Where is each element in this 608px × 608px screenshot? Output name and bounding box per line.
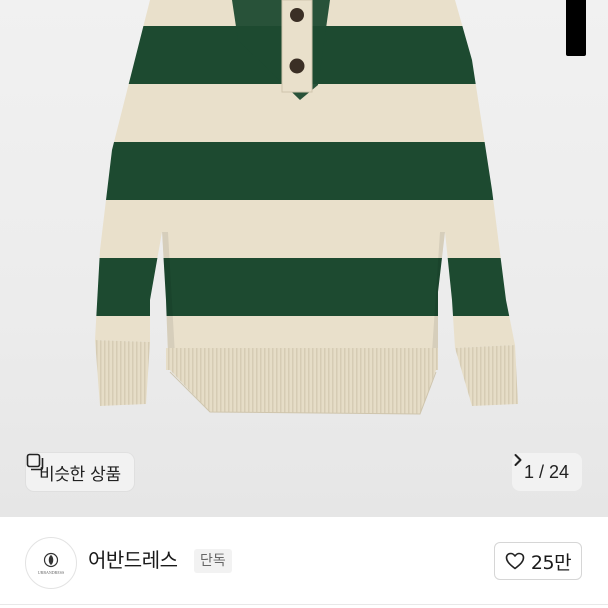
chevron-right-icon [514,454,522,466]
shop-name[interactable]: 어반드레스 [88,547,178,573]
shop-logo[interactable]: URBANDRESS [25,537,77,589]
similar-items-icon [26,453,44,471]
product-image[interactable]: 비슷한 상품 1 / 24 [0,0,608,517]
divider [0,604,608,605]
scroll-indicator [566,0,586,56]
button-top [290,8,304,22]
similar-products-label: 비슷한 상품 [39,464,121,485]
sweater-illustration [95,0,518,415]
heart-icon [505,552,525,570]
like-button[interactable]: 25만 [494,542,582,580]
shop-emblem-icon [43,552,59,567]
button-bottom [289,58,305,74]
similar-products-button[interactable]: 비슷한 상품 [26,453,134,491]
image-pager[interactable]: 1 / 24 [511,453,582,491]
image-pager-count: 1 / 24 [523,461,569,482]
exclusive-badge: 단독 [194,549,232,573]
shop-logo-text: URBANDRESS [37,569,65,575]
like-count: 25만 [530,551,572,574]
